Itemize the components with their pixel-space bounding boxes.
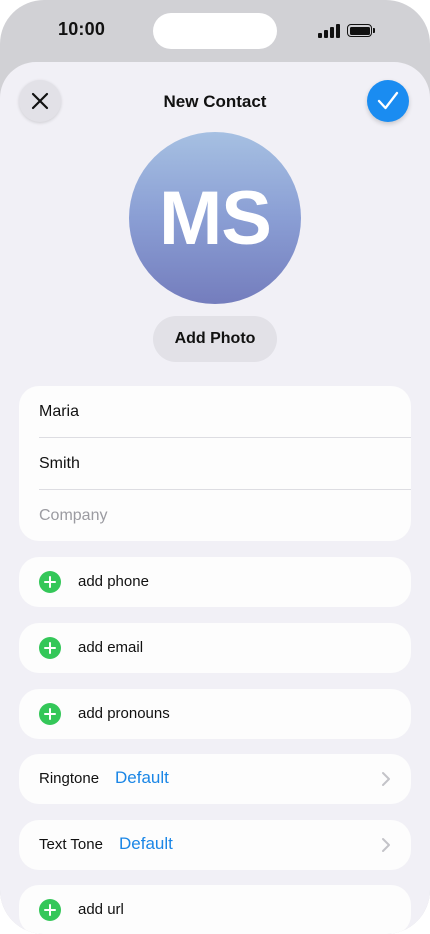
- chevron-right-icon: [382, 838, 390, 852]
- checkmark-icon: [377, 91, 399, 110]
- add-url-label: add url: [78, 901, 124, 918]
- ringtone-row[interactable]: Ringtone Default: [19, 754, 411, 804]
- text-tone-label: Text Tone: [39, 836, 103, 853]
- last-name-field[interactable]: Smith: [39, 438, 411, 489]
- add-email-label: add email: [78, 639, 144, 656]
- plus-icon: [39, 899, 61, 921]
- phone-screen: 10:00 New Contact MS Add Photo Maria Smi…: [0, 0, 430, 934]
- text-tone-value: Default: [119, 834, 173, 853]
- company-field[interactable]: Company: [39, 490, 411, 541]
- text-tone-row[interactable]: Text Tone Default: [19, 820, 411, 870]
- avatar-initials: MS: [159, 175, 272, 261]
- signal-icon: [318, 24, 340, 38]
- add-url-row[interactable]: add url: [19, 885, 411, 934]
- ringtone-label: Ringtone: [39, 770, 100, 787]
- new-contact-sheet: New Contact MS Add Photo Maria Smith Com…: [0, 62, 430, 934]
- dynamic-island: [153, 13, 277, 49]
- chevron-right-icon: [382, 772, 390, 786]
- status-bar: 10:00: [0, 0, 430, 62]
- plus-icon: [39, 571, 61, 593]
- plus-icon: [39, 703, 61, 725]
- done-button[interactable]: [367, 80, 409, 122]
- name-card: Maria Smith Company: [19, 386, 411, 541]
- add-phone-row[interactable]: add phone: [19, 557, 411, 607]
- add-phone-label: add phone: [78, 573, 149, 590]
- page-title: New Contact: [163, 92, 267, 111]
- add-email-row[interactable]: add email: [19, 623, 411, 673]
- battery-icon: [347, 24, 377, 37]
- add-photo-button[interactable]: Add Photo: [153, 316, 277, 362]
- first-name-field[interactable]: Maria: [39, 386, 411, 437]
- add-pronouns-row[interactable]: add pronouns: [19, 689, 411, 739]
- avatar[interactable]: MS: [129, 132, 301, 304]
- add-pronouns-label: add pronouns: [78, 705, 170, 722]
- status-time: 10:00: [58, 19, 106, 39]
- plus-icon: [39, 637, 61, 659]
- ringtone-value: Default: [115, 768, 169, 787]
